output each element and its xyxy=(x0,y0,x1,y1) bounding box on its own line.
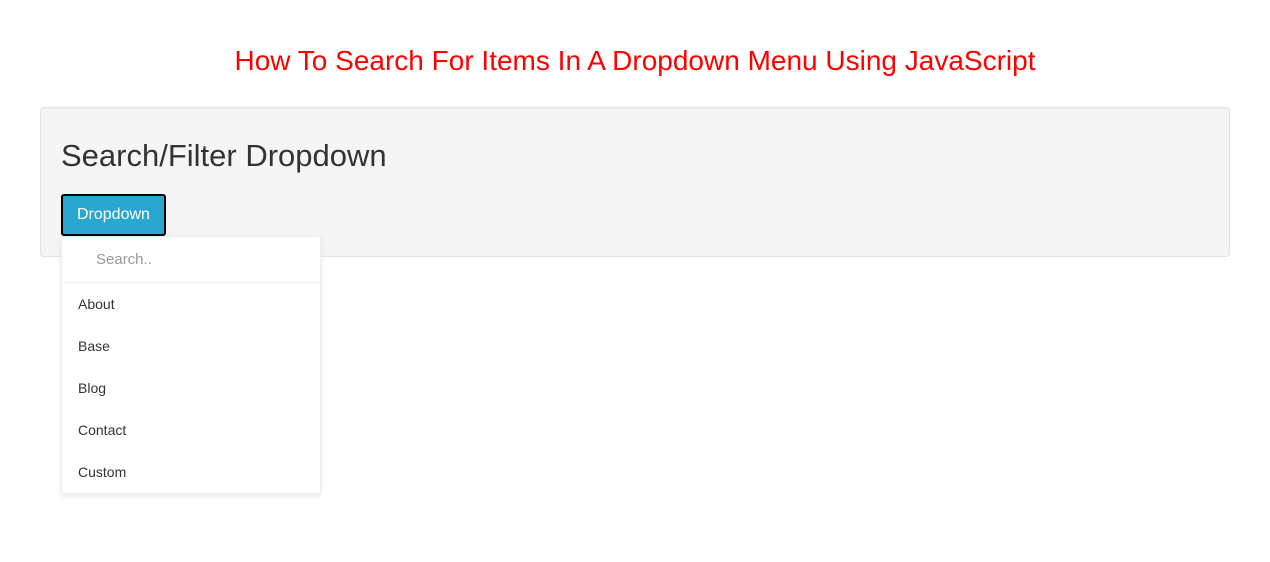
dropdown-container: Dropdown About Base Blog Contact Custom xyxy=(61,194,166,236)
page-title: How To Search For Items In A Dropdown Me… xyxy=(0,45,1270,77)
example-panel: Search/Filter Dropdown Dropdown About Ba… xyxy=(40,107,1230,257)
dropdown-item-about[interactable]: About xyxy=(62,283,320,325)
panel-heading: Search/Filter Dropdown xyxy=(61,138,1209,174)
dropdown-item-contact[interactable]: Contact xyxy=(62,409,320,451)
dropdown-item-custom[interactable]: Custom xyxy=(62,451,320,493)
dropdown-item-base[interactable]: Base xyxy=(62,325,320,367)
dropdown-item-blog[interactable]: Blog xyxy=(62,367,320,409)
dropdown-menu: About Base Blog Contact Custom xyxy=(61,236,321,494)
dropdown-search-input[interactable] xyxy=(62,237,320,283)
dropdown-toggle-button[interactable]: Dropdown xyxy=(61,194,166,236)
